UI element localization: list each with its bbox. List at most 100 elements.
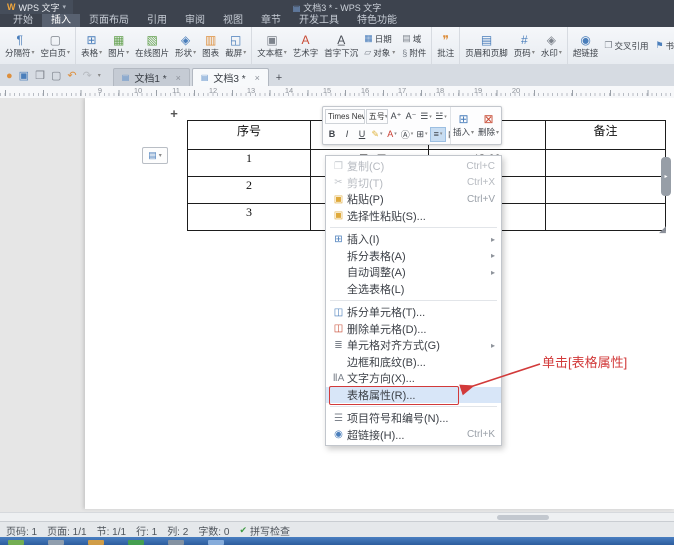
menu-item-split-table[interactable]: 拆分表格(A) ▸ <box>326 248 501 265</box>
cross-reference-button[interactable]: ❐ 交叉引用 <box>604 40 648 52</box>
menu-item-paste[interactable]: ▣ 粘贴(P) Ctrl+V <box>326 191 501 208</box>
align-center-icon[interactable]: ≡▾ <box>430 127 446 142</box>
windows-taskbar[interactable] <box>0 537 674 545</box>
bold-button[interactable]: B <box>325 128 339 141</box>
tab-developer[interactable]: 开发工具 <box>290 14 348 27</box>
tab-page-layout[interactable]: 页面布局 <box>80 14 138 27</box>
shapes-button[interactable]: ◈ 形状▾ <box>172 32 199 60</box>
borders-icon[interactable]: ⊞▾ <box>415 128 429 141</box>
redo-icon[interactable]: ↷ <box>83 71 92 82</box>
watermark-button[interactable]: ◈ 水印▾ <box>538 32 565 60</box>
taskbar-icon-active[interactable] <box>208 540 224 545</box>
screenshot-button[interactable]: ◱ 截屏▾ <box>222 32 249 60</box>
object-button[interactable]: ▱ 对象▾ <box>364 47 395 59</box>
dropcap-button[interactable]: A̲ 首字下沉 <box>321 32 361 60</box>
close-icon[interactable]: × <box>255 73 260 83</box>
table-cell[interactable] <box>546 177 666 204</box>
font-color-icon[interactable]: A▾ <box>385 128 399 141</box>
comment-button[interactable]: ❞ 批注 <box>434 32 457 60</box>
bookmark-button[interactable]: ⚑ 书签 <box>655 40 674 52</box>
table-cell[interactable]: 备注 <box>546 121 666 150</box>
tab-review[interactable]: 审阅 <box>176 14 214 27</box>
menu-item-cut[interactable]: ✂ 剪切(T) Ctrl+X <box>326 175 501 192</box>
menu-item-hyperlink[interactable]: ◉ 超链接(H)... Ctrl+K <box>326 427 501 444</box>
menu-item-cell-alignment[interactable]: ≣ 单元格对齐方式(G) ▸ <box>326 337 501 354</box>
doc-tab-1[interactable]: ▤ 文档1 * × <box>113 68 190 86</box>
tab-home[interactable]: 开始 <box>4 14 42 27</box>
table-insert-button[interactable]: ⊞ 插入▾ <box>451 107 476 144</box>
font-name-select[interactable]: Times New Rc▾ <box>325 109 365 124</box>
menu-item-table-properties[interactable]: 表格属性(R)... <box>326 387 501 404</box>
page-break-button[interactable]: ¶ 分隔符▾ <box>2 32 38 60</box>
menu-item-split-cells[interactable]: ◫ 拆分单元格(T)... <box>326 304 501 321</box>
online-picture-button[interactable]: ▧ 在线图片 <box>132 32 172 60</box>
wps-menu-icon[interactable]: ● <box>6 71 13 82</box>
header-footer-button[interactable]: ▤ 页眉和页脚 <box>462 32 511 60</box>
print-icon[interactable]: ❒ <box>35 71 45 82</box>
new-tab-button[interactable]: + <box>271 69 287 86</box>
textbox-button[interactable]: ▣ 文本框▾ <box>254 32 290 60</box>
quick-access-dropdown-icon[interactable]: ▾ <box>98 71 101 82</box>
hyperlink-button[interactable]: ◉ 超链接 <box>570 32 602 60</box>
menu-item-select-table[interactable]: 全选表格(L) <box>326 281 501 298</box>
decrease-font-icon[interactable]: A⁻ <box>404 110 418 123</box>
italic-button[interactable]: I <box>340 128 354 141</box>
number-list-icon[interactable]: ☱▾ <box>434 110 448 123</box>
menu-item-copy[interactable]: ❐ 复制(C) Ctrl+C <box>326 158 501 175</box>
table-cell[interactable]: 1 <box>188 150 311 177</box>
split-cells-icon: ◫ <box>330 307 347 318</box>
app-menu-button[interactable]: W WPS 文字 ▾ <box>0 0 73 14</box>
vertical-scrollbar-thumb[interactable]: ▸ <box>661 157 671 196</box>
insert-picture-button[interactable]: ▦ 图片▾ <box>105 32 132 60</box>
tab-special-features[interactable]: 特色功能 <box>348 14 406 27</box>
menu-item-autofit[interactable]: 自动调整(A) ▸ <box>326 264 501 281</box>
menu-item-delete-cells[interactable]: ◫ 删除单元格(D)... <box>326 321 501 338</box>
taskbar-icon[interactable] <box>48 540 64 545</box>
taskbar-icon[interactable] <box>128 540 144 545</box>
increase-font-icon[interactable]: A⁺ <box>389 110 403 123</box>
character-shading-icon[interactable]: Ⓐ▾ <box>400 128 414 141</box>
font-size-select[interactable]: 五号▾ <box>366 109 388 124</box>
ruler-number: 14 <box>285 86 293 95</box>
menu-item-bullets-numbering[interactable]: ☰ 项目符号和编号(N)... <box>326 410 501 427</box>
table-resize-handle-icon[interactable]: ◢ <box>659 224 666 235</box>
paste-options-button[interactable]: ▤▾ <box>142 147 168 164</box>
tab-insert[interactable]: 插入 <box>42 14 80 27</box>
doc-tab-3[interactable]: ▤ 文档3 * × <box>192 68 269 86</box>
spell-check-toggle[interactable]: ✔ 拼写检查 <box>239 523 290 538</box>
menu-item-text-direction[interactable]: ⅡA 文字方向(X)... <box>326 370 501 387</box>
wordart-button[interactable]: A 艺术字 <box>290 32 322 60</box>
menu-item-insert[interactable]: ⊞ 插入(I) ▸ <box>326 231 501 248</box>
close-icon[interactable]: × <box>176 73 181 83</box>
table-cell[interactable]: 3 <box>188 204 311 231</box>
blank-page-button[interactable]: ▢ 空白页▾ <box>38 32 74 60</box>
table-cell[interactable]: 2 <box>188 177 311 204</box>
taskbar-icon[interactable] <box>88 540 104 545</box>
menu-item-borders-shading[interactable]: 边框和底纹(B)... <box>326 354 501 371</box>
undo-icon[interactable]: ↶ <box>67 71 76 82</box>
date-button[interactable]: ▦ 日期 <box>364 33 395 45</box>
tab-view[interactable]: 视图 <box>214 14 252 27</box>
insert-table-button[interactable]: ⊞ 表格▾ <box>78 32 105 60</box>
save-icon[interactable]: ▣ <box>19 71 29 82</box>
taskbar-icon[interactable] <box>8 540 24 545</box>
tab-references[interactable]: 引用 <box>138 14 176 27</box>
highlight-color-icon[interactable]: ✎▾ <box>370 128 384 141</box>
taskbar-icon[interactable] <box>168 540 184 545</box>
chart-button[interactable]: ▥ 图表 <box>199 32 222 60</box>
bullet-list-icon[interactable]: ☰▾ <box>419 110 433 123</box>
tab-section[interactable]: 章节 <box>252 14 290 27</box>
underline-button[interactable]: U <box>355 128 369 141</box>
field-button[interactable]: ▤ 域 <box>402 33 426 45</box>
horizontal-scrollbar-thumb[interactable] <box>497 515 549 520</box>
table-cell[interactable] <box>546 204 666 231</box>
table-move-handle-icon[interactable]: + <box>167 107 181 121</box>
menu-item-paste-special[interactable]: ▣ 选择性粘贴(S)... <box>326 208 501 225</box>
window-title: ▤文档3 * - WPS 文字 <box>0 1 674 14</box>
attachment-button[interactable]: § 附件 <box>402 47 426 59</box>
table-cell[interactable] <box>546 150 666 177</box>
page-number-button[interactable]: # 页码▾ <box>511 32 538 60</box>
print-preview-icon[interactable]: ▢ <box>51 71 61 82</box>
table-delete-button[interactable]: ⊠ 删除▾ <box>476 107 501 144</box>
table-cell[interactable]: 序号 <box>188 121 311 150</box>
